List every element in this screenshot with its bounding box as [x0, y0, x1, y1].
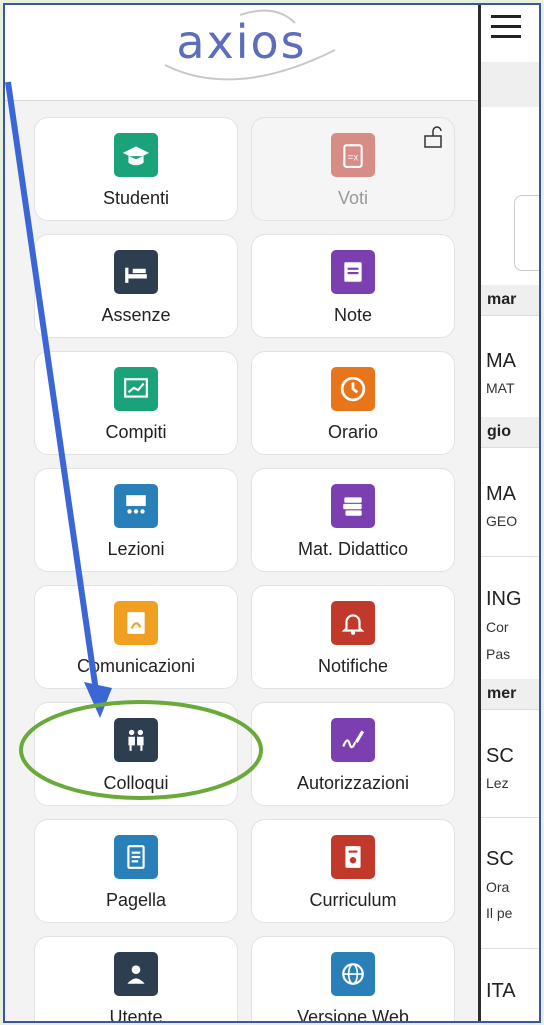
menu-tile-label: Pagella [105, 890, 167, 910]
logo-swoosh-icon [164, 9, 336, 81]
menu-tile-label: Lezioni [107, 539, 165, 559]
menu-tile-label: Versione Web [297, 1007, 409, 1023]
chart-board-icon [114, 367, 158, 411]
day-header: gio [481, 417, 539, 448]
entry-line: Il pe [486, 905, 513, 921]
entry-line: GEO [486, 513, 518, 529]
app-window: axios Studenti =x Voti Assenze Note Compiti Or… [3, 3, 541, 1023]
note-icon [331, 250, 375, 294]
menu-tile-comunicazioni[interactable]: Comunicazioni [34, 585, 238, 689]
toolbar-strip [481, 62, 539, 107]
menu-tile-label: Assenze [101, 305, 171, 325]
lock-open-icon [424, 126, 442, 153]
divider [481, 556, 539, 557]
day-header: mer [481, 679, 539, 710]
menu-tile-versione-web[interactable]: Versione Web [251, 936, 455, 1023]
globe-icon [331, 952, 375, 996]
bell-icon [331, 601, 375, 645]
sidebar-menu: axios Studenti =x Voti Assenze Note Compiti Or… [5, 5, 481, 1021]
menu-tile-orario[interactable]: Orario [251, 351, 455, 455]
books-icon [331, 484, 375, 528]
report-card-icon [114, 835, 158, 879]
entry-title[interactable]: MA [486, 350, 516, 373]
clock-icon [331, 367, 375, 411]
menu-tile-assenze[interactable]: Assenze [34, 234, 238, 338]
menu-tile-label: Orario [327, 422, 378, 442]
menu-tile-autorizzazioni[interactable]: Autorizzazioni [251, 702, 455, 806]
graduation-cap-icon [114, 133, 158, 177]
menu-tile-notifiche[interactable]: Notifiche [251, 585, 455, 689]
main-panel: mar MA MAT gio MA GEO ING Cor Pas mer SC… [481, 5, 539, 1021]
logo-bar: axios [5, 5, 478, 101]
bed-icon [114, 250, 158, 294]
menu-tile-label: Mat. Didattico [297, 539, 409, 559]
menu-tile-label: Utente [109, 1007, 163, 1023]
entry-title[interactable]: SC [486, 745, 514, 768]
pdf-file-icon [114, 601, 158, 645]
day-header: mar [481, 285, 539, 316]
menu-tile-label: Colloqui [103, 773, 169, 793]
entry-title[interactable]: SC [486, 848, 514, 871]
divider [481, 817, 539, 818]
menu-tile-lezioni[interactable]: Lezioni [34, 468, 238, 572]
entry-title[interactable]: ING [486, 588, 522, 611]
menu-tile-label: Autorizzazioni [296, 773, 410, 793]
certificate-icon [331, 835, 375, 879]
classroom-icon [114, 484, 158, 528]
svg-text:=x: =x [348, 152, 359, 163]
menu-tile-curriculum[interactable]: Curriculum [251, 819, 455, 923]
menu-tile-mat-didattico[interactable]: Mat. Didattico [251, 468, 455, 572]
menu-tile-label: Note [333, 305, 373, 325]
clipboard-icon: =x [331, 133, 375, 177]
menu-tile-studenti[interactable]: Studenti [34, 117, 238, 221]
menu-tile-label: Curriculum [309, 890, 397, 910]
menu-tile-label: Voti [337, 188, 369, 208]
hamburger-menu-icon[interactable] [491, 15, 521, 45]
menu-tile-colloqui[interactable]: Colloqui [34, 702, 238, 806]
menu-tile-utente[interactable]: Utente [34, 936, 238, 1023]
signature-icon [331, 718, 375, 762]
divider [481, 948, 539, 949]
entry-line: Pas [486, 646, 511, 662]
entry-line: Lez [486, 775, 509, 791]
user-icon [114, 952, 158, 996]
entry-line: MAT [486, 380, 515, 396]
filter-box[interactable] [514, 195, 539, 271]
menu-tile-pagella[interactable]: Pagella [34, 819, 238, 923]
menu-tile-voti[interactable]: =x Voti [251, 117, 455, 221]
menu-tile-label: Studenti [102, 188, 170, 208]
menu-tile-compiti[interactable]: Compiti [34, 351, 238, 455]
menu-tile-label: Compiti [105, 422, 167, 442]
menu-tile-note[interactable]: Note [251, 234, 455, 338]
people-icon [114, 718, 158, 762]
menu-tile-label: Comunicazioni [76, 656, 196, 676]
entry-title[interactable]: MA [486, 483, 516, 506]
entry-line: Cor [486, 619, 509, 635]
entry-title[interactable]: ITA [486, 980, 516, 1003]
menu-tile-label: Notifiche [317, 656, 389, 676]
entry-line: Ora [486, 879, 510, 895]
